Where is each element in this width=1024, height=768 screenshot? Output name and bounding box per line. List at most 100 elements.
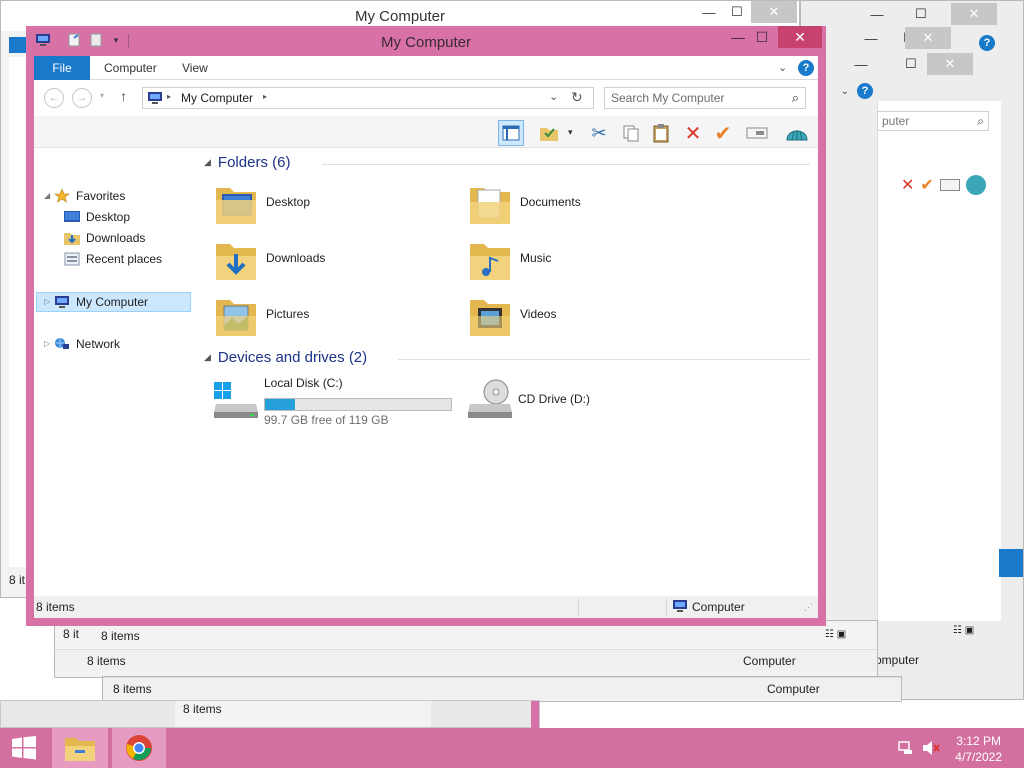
tab-computer[interactable]: Computer (90, 56, 171, 80)
address-bar[interactable]: ▸ My Computer ▸ ⌄ ↻ (142, 87, 594, 109)
background-window-2b-close[interactable]: ✕ (905, 27, 951, 49)
copy-icon[interactable] (618, 120, 644, 146)
content-area: ◢ Folders (6) Desktop Documents Download… (198, 150, 818, 590)
folder-videos[interactable]: Videos (468, 292, 698, 344)
start-button[interactable] (0, 728, 48, 768)
drive-d-label: CD Drive (D:) (518, 392, 590, 406)
background-window-2c-maximize[interactable]: ☐ (891, 53, 931, 75)
resize-grip-icon[interactable]: ⋰ (804, 602, 813, 613)
delete-icon[interactable]: ✕ (680, 120, 706, 146)
volume-muted-icon[interactable] (922, 740, 940, 756)
shell-icon[interactable] (965, 175, 986, 195)
network-tray-icon[interactable] (898, 740, 914, 756)
taskbar-chrome[interactable] (112, 728, 166, 768)
background-window-1-close[interactable]: ✕ (751, 1, 797, 23)
my-computer-expand-icon[interactable]: ▷ (44, 297, 50, 306)
maximize-button[interactable]: ☐ (746, 26, 778, 48)
documents-folder-icon (470, 188, 510, 224)
check-folder-dropdown-icon[interactable]: ▾ (568, 127, 573, 138)
check-folder-icon[interactable] (536, 120, 562, 146)
tab-view[interactable]: View (168, 56, 222, 80)
address-dropdown-icon[interactable]: ⌄ (549, 90, 558, 103)
help-icon[interactable]: ? (979, 35, 995, 51)
help-icon[interactable]: ? (798, 60, 814, 76)
background-window-2-minimize[interactable]: — (857, 3, 897, 25)
downloads-folder-icon (216, 244, 256, 280)
drives-divider (398, 359, 810, 360)
help-icon[interactable]: ? (857, 83, 873, 99)
folder-downloads[interactable]: Downloads (214, 236, 444, 288)
nav-my-computer[interactable]: My Computer (54, 292, 148, 312)
chevron-down-icon[interactable]: ⌄ (841, 86, 849, 97)
rename-icon[interactable] (939, 179, 960, 191)
background-window-3-status-items: 8 items (87, 654, 126, 668)
clock-time: 3:12 PM (956, 734, 1001, 748)
favorites-expand-icon[interactable]: ◢ (44, 191, 50, 200)
folder-music[interactable]: Music (468, 236, 698, 288)
view-details-icon[interactable]: ☷ ▣ (825, 629, 846, 640)
tab-file[interactable]: File (34, 56, 90, 80)
folders-group-header[interactable]: ◢ Folders (6) (204, 154, 290, 171)
taskbar-file-explorer[interactable] (52, 728, 108, 768)
folder-documents[interactable]: Documents (468, 180, 698, 232)
background-window-2-maximize[interactable]: ☐ (901, 3, 941, 25)
nav-favorites[interactable]: Favorites (54, 186, 125, 206)
paste-icon[interactable] (648, 120, 674, 146)
main-window: ▾ My Computer — ☐ ✕ File Computer View ⌄… (26, 26, 826, 626)
background-window-3-status-location: Computer (743, 654, 796, 668)
preview-pane-icon[interactable] (498, 120, 524, 146)
background-window-2c-minimize[interactable]: — (841, 53, 881, 75)
background-window-2-close[interactable]: ✕ (951, 3, 997, 25)
drive-d[interactable]: CD Drive (D:) (466, 376, 716, 428)
expand-ribbon-icon[interactable]: ⌄ (778, 61, 787, 74)
drives-group-header[interactable]: ◢ Devices and drives (2) (204, 349, 367, 366)
view-details-icon[interactable]: ☷ ▣ (953, 625, 974, 636)
close-button[interactable]: ✕ (778, 26, 822, 48)
folder-desktop[interactable]: Desktop (214, 180, 444, 232)
recent-places-icon (64, 252, 80, 266)
forward-button[interactable]: → (72, 88, 92, 108)
background-window-2b-minimize[interactable]: — (851, 27, 891, 49)
background-window-5: 8 items (0, 700, 540, 729)
status-item-count: 8 items (36, 600, 75, 614)
system-clock[interactable]: 3:12 PM 4/7/2022 (955, 733, 1002, 765)
background-window-2: — ☐ ✕ — ☐ ✕ — ☐ ✕ ? ⌄ ? puter ⌕ ✕ ✔ ☷ ▣ … (800, 0, 1024, 700)
nav-recent-places[interactable]: Recent places (64, 249, 162, 269)
nav-desktop[interactable]: Desktop (64, 207, 130, 227)
background-window-2c-close[interactable]: ✕ (927, 53, 973, 75)
title-bar[interactable]: ▾ My Computer — ☐ ✕ (26, 26, 826, 56)
back-button[interactable]: ← (44, 88, 64, 108)
network-icon (54, 337, 70, 351)
folders-divider (322, 164, 810, 165)
background-window-1-file-tab[interactable] (9, 37, 27, 53)
recent-locations-icon[interactable]: ▾ (100, 91, 104, 100)
cd-drive-icon (468, 379, 512, 418)
pictures-folder-icon (216, 300, 256, 336)
drive-c[interactable]: Local Disk (C:) 99.7 GB free of 119 GB (212, 376, 462, 428)
nav-downloads[interactable]: Downloads (64, 228, 145, 248)
check-icon[interactable]: ✔ (920, 175, 933, 195)
nav-network[interactable]: Network (54, 334, 120, 354)
drive-c-free-space: 99.7 GB free of 119 GB (264, 413, 389, 427)
folder-pictures[interactable]: Pictures (214, 292, 444, 344)
computer-icon (148, 92, 162, 104)
local-disk-icon (214, 382, 258, 418)
background-window-1-status: 8 it (9, 573, 25, 587)
breadcrumb-chevron-icon[interactable]: ▸ (263, 92, 267, 101)
up-button[interactable]: ↑ (120, 88, 127, 104)
background-window-2-search-text: puter (882, 114, 910, 128)
chrome-icon (126, 735, 152, 761)
drive-c-label: Local Disk (C:) (264, 376, 343, 390)
breadcrumb[interactable]: My Computer (181, 91, 253, 105)
cut-icon[interactable]: ✂ (586, 120, 612, 146)
search-input[interactable]: Search My Computer ⌕ (604, 87, 806, 109)
rename-icon[interactable] (744, 120, 770, 146)
search-icon[interactable]: ⌕ (792, 90, 799, 106)
shell-icon[interactable] (784, 120, 810, 146)
network-expand-icon[interactable]: ▷ (44, 339, 50, 348)
apply-icon[interactable]: ✔ (710, 120, 736, 146)
refresh-icon[interactable]: ↻ (571, 89, 583, 106)
background-window-2-search[interactable]: puter ⌕ (877, 111, 989, 131)
navigation-pane: ◢ Favorites Desktop Downloads Recent pla… (34, 150, 194, 590)
delete-icon[interactable]: ✕ (901, 175, 914, 195)
